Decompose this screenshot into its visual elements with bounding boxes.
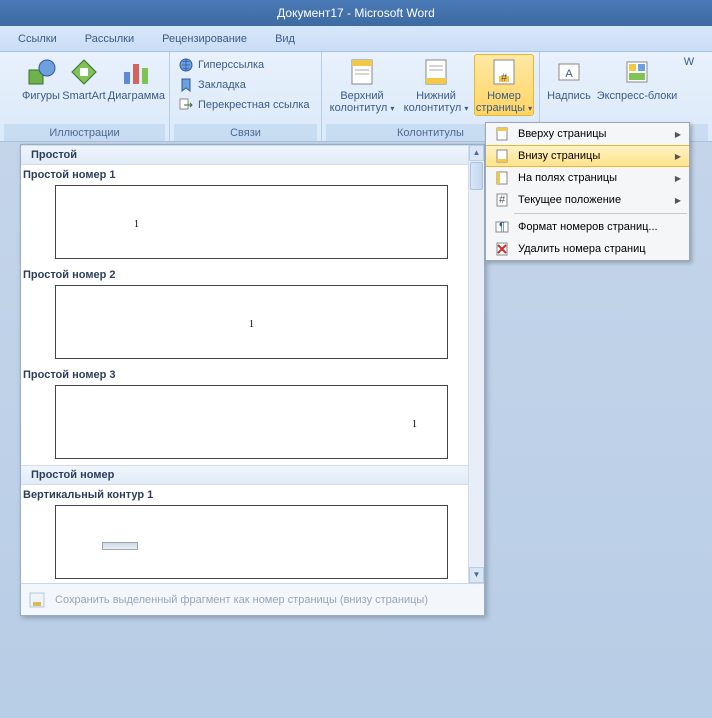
gallery-category-simple-num: Простой номер xyxy=(21,465,468,485)
scroll-up-icon[interactable]: ▲ xyxy=(469,145,484,161)
gallery-item-1-title: Простой номер 1 xyxy=(21,165,468,183)
header-icon xyxy=(346,56,378,88)
gallery-scrollbar[interactable]: ▲ ▼ xyxy=(468,145,484,583)
hyperlink-label: Гиперссылка xyxy=(198,59,264,71)
title-bar: Документ17 - Microsoft Word xyxy=(0,0,712,26)
gallery-item-3-preview[interactable]: 1 xyxy=(55,385,448,459)
bookmark-icon xyxy=(178,77,194,93)
page-top-icon xyxy=(492,126,512,142)
gallery-item-3-title: Простой номер 3 xyxy=(21,365,468,383)
chart-icon xyxy=(120,56,152,88)
shapes-icon xyxy=(25,56,57,88)
remove-icon xyxy=(492,241,512,257)
pagenumber-button[interactable]: # Номер страницы ▾ xyxy=(474,54,534,116)
gallery-item-4-title: Вертикальный контур 1 xyxy=(21,485,468,503)
tab-references[interactable]: Ссылки xyxy=(4,26,71,52)
save-selection-icon xyxy=(27,590,47,610)
smartart-button[interactable]: SmartArt xyxy=(62,54,106,102)
quickparts-icon xyxy=(621,56,653,88)
gallery-item-2-preview[interactable]: 1 xyxy=(55,285,448,359)
tab-mailings[interactable]: Рассылки xyxy=(71,26,148,52)
pagenumber-label: Номер страницы xyxy=(476,90,525,114)
menu-current-position[interactable]: # Текущее положение ▶ xyxy=(486,189,689,211)
gallery-item-1-preview[interactable]: 1 xyxy=(55,185,448,259)
svg-text:#: # xyxy=(499,194,506,206)
crossref-icon xyxy=(178,97,194,113)
menu-top-of-page[interactable]: Вверху страницы ▶ xyxy=(486,123,689,145)
textbox-button[interactable]: A Надпись xyxy=(544,54,594,102)
crossref-label: Перекрестная ссылка xyxy=(198,99,310,111)
menu-bottom-of-page[interactable]: Внизу страницы ▶ xyxy=(486,145,689,167)
hyperlink-icon xyxy=(178,57,194,73)
svg-text:A: A xyxy=(565,68,573,80)
header-label: Верхний колонтитул xyxy=(330,90,388,114)
gallery-footer: Сохранить выделенный фрагмент как номер … xyxy=(21,583,484,615)
scroll-thumb[interactable] xyxy=(470,162,483,190)
shapes-button[interactable]: Фигуры xyxy=(22,54,60,102)
svg-text:#: # xyxy=(501,72,508,84)
wordart-button[interactable]: W xyxy=(680,54,698,68)
menu-current-label: Текущее положение xyxy=(518,194,621,206)
footer-label: Нижний колонтитул xyxy=(404,90,462,114)
submenu-arrow-icon: ▶ xyxy=(675,152,681,161)
footer-icon xyxy=(420,56,452,88)
group-illustrations-label: Иллюстрации xyxy=(4,124,165,141)
submenu-arrow-icon: ▶ xyxy=(675,174,681,183)
bookmark-button[interactable]: Закладка xyxy=(174,76,314,94)
format-icon: ¶ xyxy=(492,219,512,235)
footer-button[interactable]: Нижний колонтитул ▾ xyxy=(400,54,472,115)
textbox-icon: A xyxy=(553,56,585,88)
scroll-down-icon[interactable]: ▼ xyxy=(469,567,484,583)
gallery-item-4-preview[interactable] xyxy=(55,505,448,579)
svg-text:¶: ¶ xyxy=(499,221,505,233)
crossref-button[interactable]: Перекрестная ссылка xyxy=(174,96,314,114)
menu-remove-numbers[interactable]: Удалить номера страниц xyxy=(486,238,689,260)
quickparts-button[interactable]: Экспресс-блоки xyxy=(596,54,678,102)
page-current-icon: # xyxy=(492,192,512,208)
menu-format-numbers[interactable]: ¶ Формат номеров страниц... xyxy=(486,216,689,238)
hyperlink-button[interactable]: Гиперссылка xyxy=(174,56,314,74)
tab-view[interactable]: Вид xyxy=(261,26,309,52)
chart-button[interactable]: Диаграмма xyxy=(108,54,165,102)
gallery-category-simple: Простой xyxy=(21,145,468,165)
menu-format-label: Формат номеров страниц... xyxy=(518,221,658,233)
submenu-arrow-icon: ▶ xyxy=(675,196,681,205)
pagenumber-icon: # xyxy=(488,56,520,88)
save-selection-label[interactable]: Сохранить выделенный фрагмент как номер … xyxy=(55,594,428,606)
page-margins-icon xyxy=(492,170,512,186)
menu-margins-label: На полях страницы xyxy=(518,172,617,184)
menu-remove-label: Удалить номера страниц xyxy=(518,243,646,255)
submenu-arrow-icon: ▶ xyxy=(675,130,681,139)
group-links-label: Связи xyxy=(174,124,317,141)
page-bottom-icon xyxy=(492,148,512,164)
menu-top-label: Вверху страницы xyxy=(518,128,606,140)
menu-bottom-label: Внизу страницы xyxy=(518,150,600,162)
ribbon-tabs: Ссылки Рассылки Рецензирование Вид xyxy=(0,26,712,52)
bookmark-label: Закладка xyxy=(198,79,246,91)
gallery-item-2-title: Простой номер 2 xyxy=(21,265,468,283)
menu-page-margins[interactable]: На полях страницы ▶ xyxy=(486,167,689,189)
shapes-split[interactable] xyxy=(4,54,20,90)
pagenumber-dropdown: Вверху страницы ▶ Внизу страницы ▶ На по… xyxy=(485,122,690,261)
smartart-icon xyxy=(68,56,100,88)
header-button[interactable]: Верхний колонтитул ▾ xyxy=(326,54,398,115)
tab-review[interactable]: Рецензирование xyxy=(148,26,261,52)
pagenumber-gallery: Простой Простой номер 1 1 Простой номер … xyxy=(20,144,485,616)
